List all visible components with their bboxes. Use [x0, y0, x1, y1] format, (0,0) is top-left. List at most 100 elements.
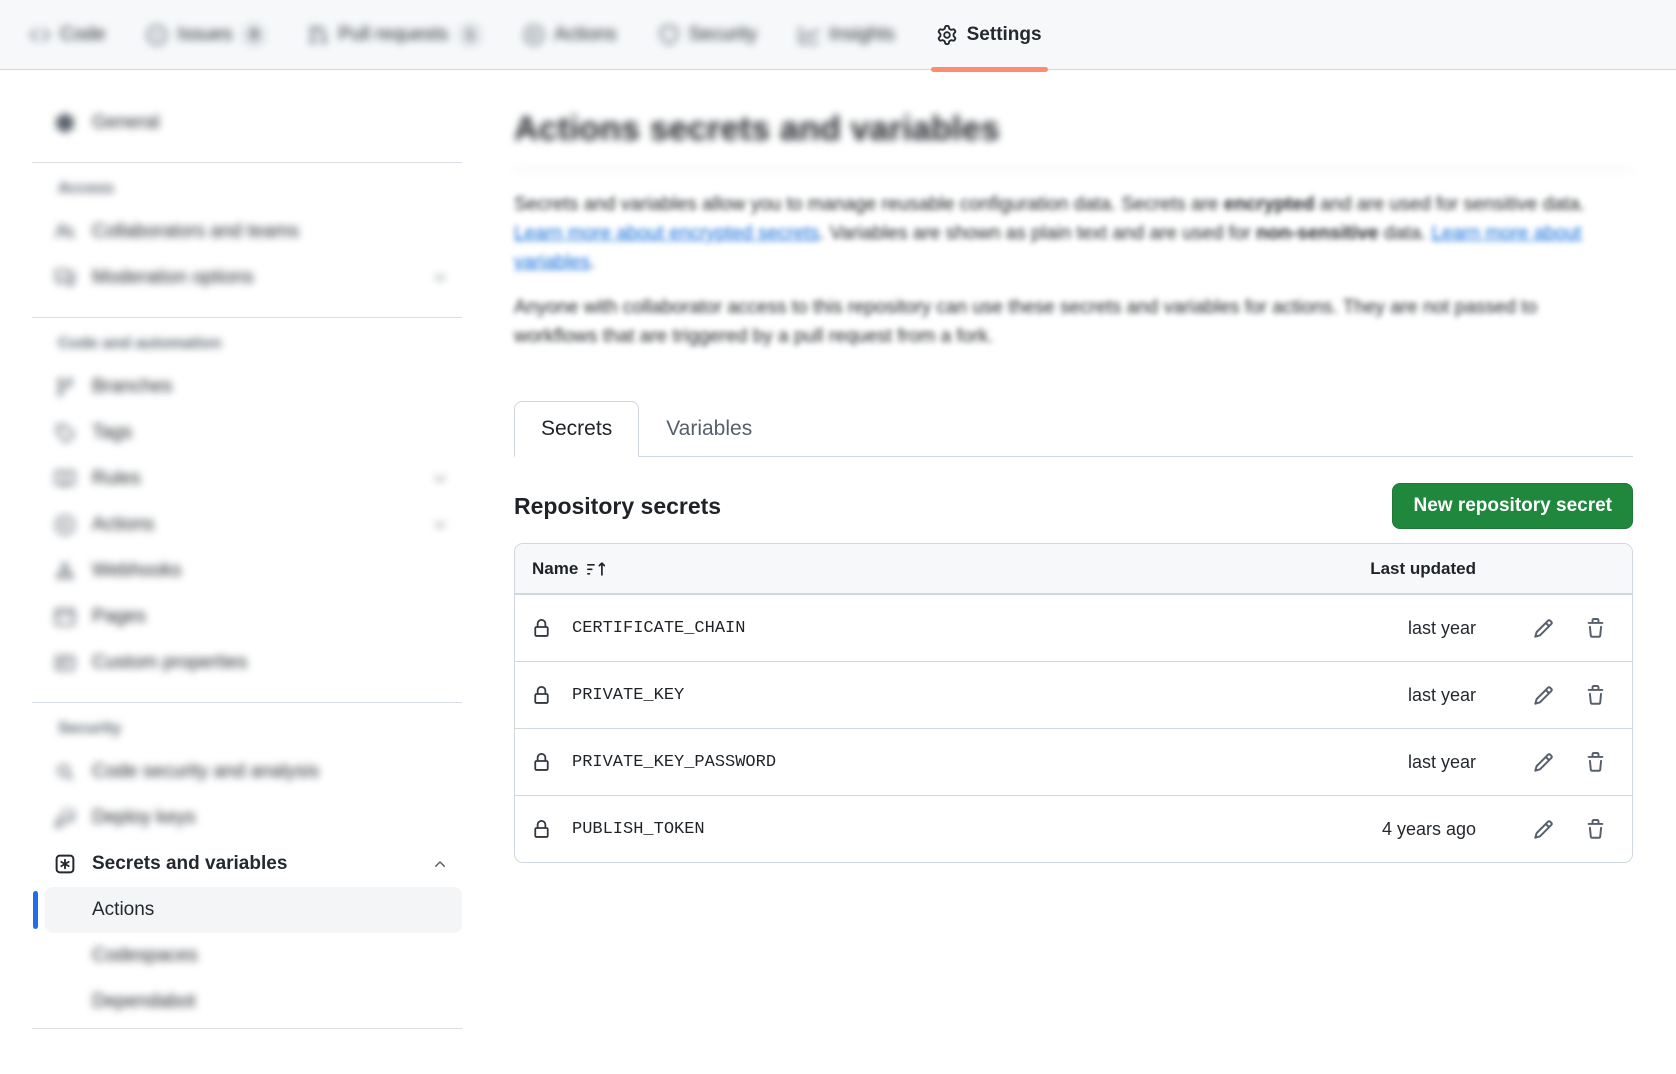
sidebar-divider — [32, 1028, 462, 1029]
secret-name: PRIVATE_KEY_PASSWORD — [572, 753, 1326, 772]
chevron-down-icon — [432, 471, 448, 487]
sidebar-item-label: Dependabot — [92, 991, 196, 1013]
new-repository-secret-button[interactable]: New repository secret — [1392, 483, 1633, 529]
sidebar-item-label: Actions — [92, 899, 154, 921]
last-updated-column-label: Last updated — [1326, 559, 1476, 579]
sidebar-item-deploy-keys[interactable]: Deploy keys — [32, 795, 462, 841]
description-text: data. — [1379, 223, 1432, 244]
sidebar-item-label: Branches — [92, 376, 448, 398]
edit-secret-button[interactable] — [1533, 819, 1554, 840]
sidebar-item-label: Pages — [92, 606, 448, 628]
description-text: and are used for sensitive data. — [1315, 194, 1585, 215]
chevron-down-icon — [432, 270, 448, 286]
issue-opened-icon — [147, 25, 167, 45]
gear-icon — [54, 113, 76, 133]
settings-sidebar: General Access Collaborators and teams M… — [32, 100, 462, 1045]
nav-tab-settings[interactable]: Settings — [929, 0, 1050, 69]
nav-tab-insights[interactable]: Insights — [791, 0, 902, 69]
secrets-table: Name Last updated CERTIFICATE_CHAIN last… — [514, 543, 1633, 863]
nav-tab-pull-requests[interactable]: Pull requests 1 — [300, 0, 490, 69]
sidebar-item-label: Moderation options — [92, 267, 432, 289]
sidebar-item-label: Codespaces — [92, 945, 198, 967]
sidebar-item-secrets-and-variables[interactable]: Secrets and variables — [32, 841, 462, 887]
git-pull-request-icon — [308, 25, 328, 45]
trash-icon — [1585, 819, 1606, 840]
tab-secrets[interactable]: Secrets — [514, 401, 639, 457]
tag-icon — [54, 423, 76, 443]
edit-secret-button[interactable] — [1533, 685, 1554, 706]
play-icon — [524, 25, 544, 45]
delete-secret-button[interactable] — [1585, 618, 1606, 639]
code-icon — [30, 25, 50, 45]
nav-tab-label: Pull requests — [338, 24, 448, 46]
delete-secret-button[interactable] — [1585, 752, 1606, 773]
sidebar-section-access: Access — [58, 179, 462, 199]
sidebar-item-rules[interactable]: Rules — [32, 456, 462, 502]
secret-last-updated: last year — [1326, 685, 1476, 706]
sidebar-divider — [32, 162, 462, 163]
issues-count-badge: 8 — [242, 23, 266, 47]
trash-icon — [1585, 752, 1606, 773]
description-paragraph-2: Anyone with collaborator access to this … — [514, 293, 1604, 351]
sidebar-item-tags[interactable]: Tags — [32, 410, 462, 456]
sidebar-item-label: Tags — [92, 422, 448, 444]
tab-variables[interactable]: Variables — [639, 401, 779, 457]
sidebar-item-actions[interactable]: Actions — [32, 502, 462, 548]
nav-tab-actions[interactable]: Actions — [516, 0, 624, 69]
nav-tab-code[interactable]: Code — [22, 0, 113, 69]
sidebar-item-collaborators[interactable]: Collaborators and teams — [32, 209, 462, 255]
sidebar-subitem-actions-secrets[interactable]: Actions — [45, 887, 462, 933]
table-row: PRIVATE_KEY last year — [515, 661, 1632, 728]
sidebar-item-label: Deploy keys — [92, 807, 448, 829]
sidebar-item-custom-properties[interactable]: Custom properties — [32, 640, 462, 686]
sidebar-item-label: General — [92, 112, 448, 134]
sidebar-subitem-codespaces-secrets[interactable]: Codespaces — [45, 933, 462, 979]
sidebar-divider — [32, 317, 462, 318]
table-header-row: Name Last updated — [515, 544, 1632, 594]
sidebar-item-general[interactable]: General — [32, 100, 462, 146]
sidebar-item-label: Rules — [92, 468, 432, 490]
edit-secret-button[interactable] — [1533, 752, 1554, 773]
secret-last-updated: last year — [1326, 752, 1476, 773]
edit-secret-button[interactable] — [1533, 618, 1554, 639]
description-paragraph-1: Secrets and variables allow you to manag… — [514, 190, 1604, 277]
nav-tab-label: Security — [689, 24, 758, 46]
encrypted-secrets-link[interactable]: Learn more about encrypted secrets — [514, 223, 819, 244]
delete-secret-button[interactable] — [1585, 685, 1606, 706]
sidebar-item-label: Actions — [92, 514, 432, 536]
trash-icon — [1585, 618, 1606, 639]
section-title: Repository secrets — [514, 493, 721, 520]
page-title: Actions secrets and variables — [514, 110, 1633, 149]
sidebar-item-moderation[interactable]: Moderation options — [32, 255, 462, 301]
pencil-icon — [1533, 752, 1554, 773]
people-icon — [54, 222, 76, 242]
sidebar-item-branches[interactable]: Branches — [32, 364, 462, 410]
sidebar-section-security: Security — [58, 719, 462, 739]
lock-icon — [532, 820, 551, 839]
sidebar-item-label: Webhooks — [92, 560, 448, 582]
table-row: CERTIFICATE_CHAIN last year — [515, 594, 1632, 661]
note-icon — [54, 653, 76, 673]
git-branch-icon — [54, 377, 76, 397]
nav-tab-label: Settings — [967, 24, 1042, 46]
book-icon — [54, 469, 76, 489]
description-bold: non-sensitive — [1256, 223, 1378, 244]
description-text: . Variables are shown as plain text and … — [819, 223, 1256, 244]
delete-secret-button[interactable] — [1585, 819, 1606, 840]
sidebar-subitem-dependabot-secrets[interactable]: Dependabot — [45, 979, 462, 1025]
nav-tab-security[interactable]: Security — [651, 0, 766, 69]
sort-by-name-header[interactable]: Name — [532, 559, 1326, 579]
sidebar-item-webhooks[interactable]: Webhooks — [32, 548, 462, 594]
shield-icon — [659, 25, 679, 45]
sidebar-item-pages[interactable]: Pages — [32, 594, 462, 640]
trash-icon — [1585, 685, 1606, 706]
graph-icon — [799, 25, 819, 45]
name-column-label: Name — [532, 559, 578, 579]
lock-icon — [532, 686, 551, 705]
sidebar-item-label: Secrets and variables — [92, 853, 432, 875]
nav-tab-issues[interactable]: Issues 8 — [139, 0, 274, 69]
sidebar-item-code-security[interactable]: Code security and analysis — [32, 749, 462, 795]
main-content: Actions secrets and variables Secrets an… — [514, 70, 1633, 863]
description-bold: encrypted — [1224, 194, 1315, 215]
pencil-icon — [1533, 685, 1554, 706]
